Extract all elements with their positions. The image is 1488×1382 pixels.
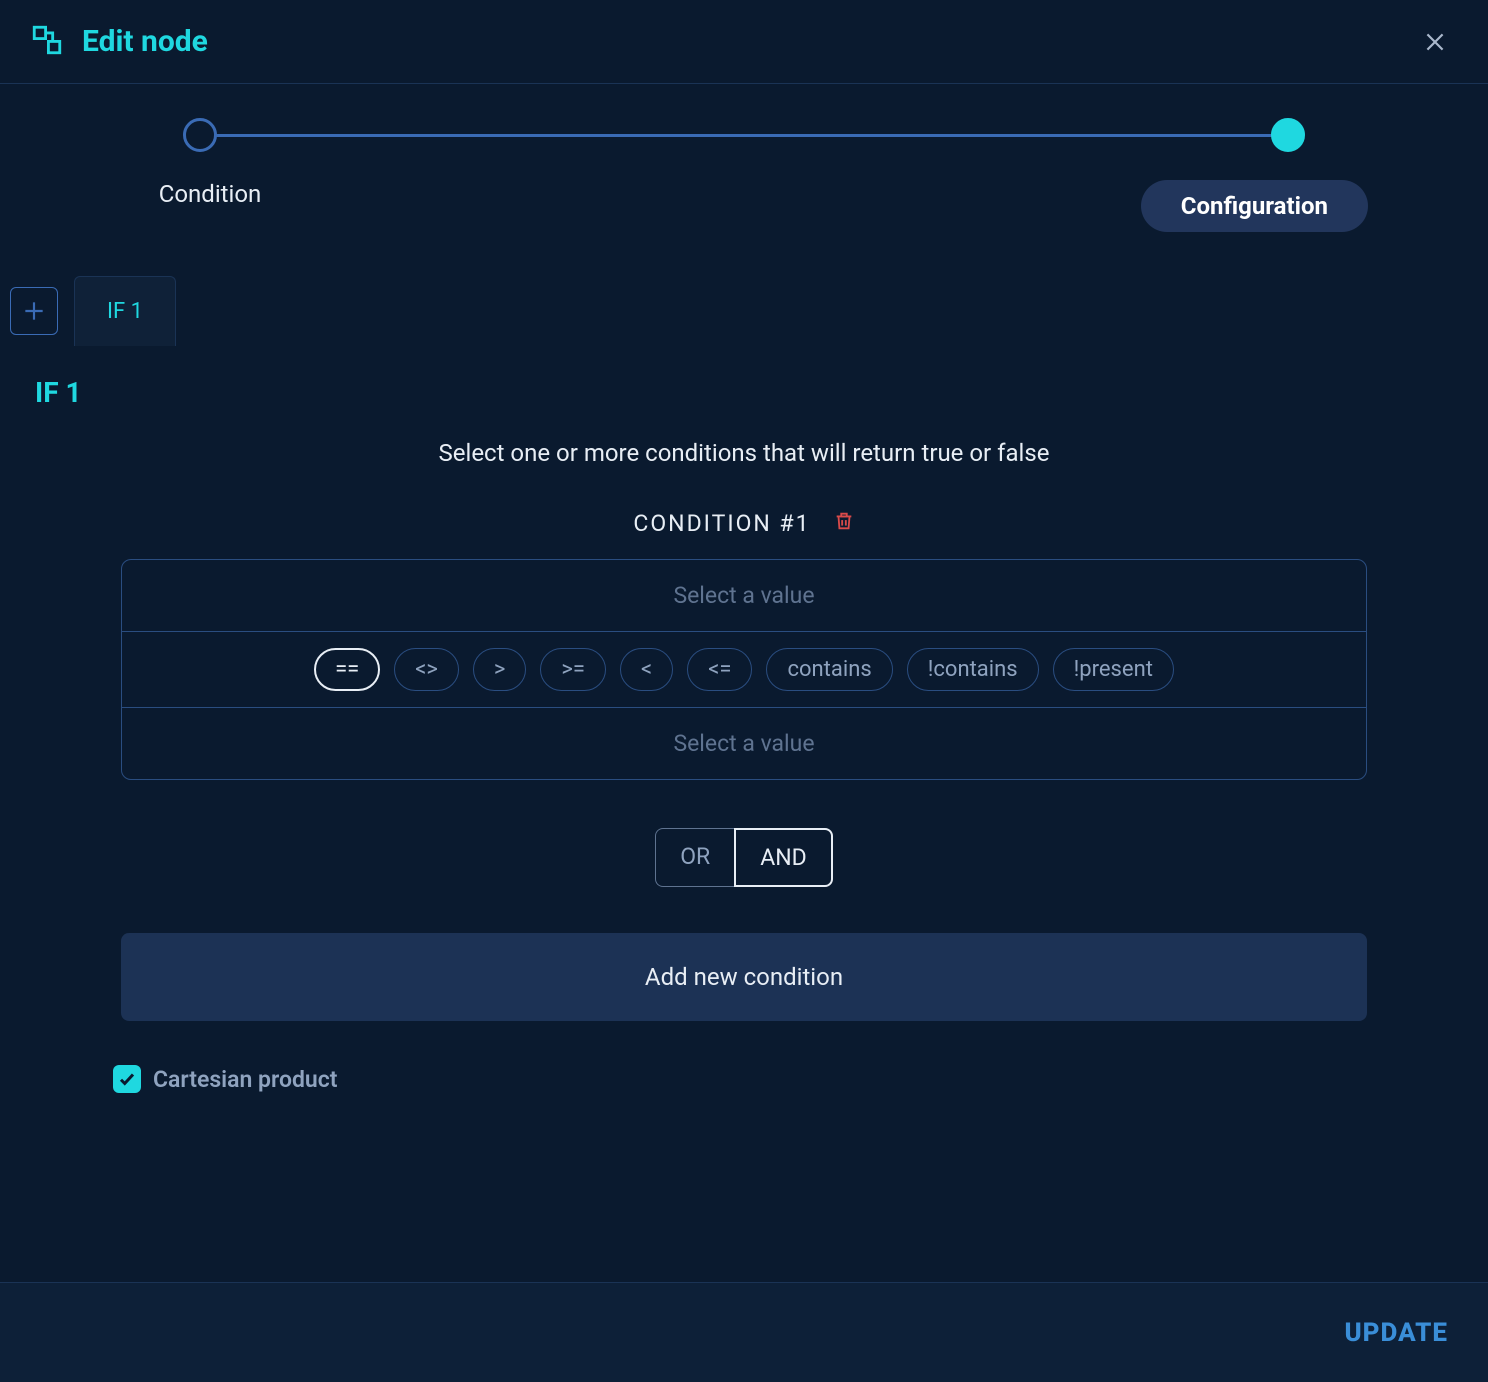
trash-icon[interactable]: [833, 509, 855, 537]
add-tab-button[interactable]: [10, 287, 58, 335]
step-condition[interactable]: [183, 118, 217, 152]
step-dot-configuration: [1271, 118, 1305, 152]
step-dot-condition: [183, 118, 217, 152]
tab-if-1[interactable]: IF 1: [74, 276, 176, 346]
operators-row: == <> > >= < <= contains !contains !pres…: [122, 631, 1366, 708]
cartesian-checkbox[interactable]: [113, 1065, 141, 1093]
value-select-2[interactable]: Select a value: [122, 708, 1366, 779]
cartesian-product-row: Cartesian product: [113, 1065, 1453, 1093]
progress-line: [200, 134, 1288, 137]
cartesian-label: Cartesian product: [153, 1066, 337, 1093]
operator-contains[interactable]: contains: [766, 648, 892, 691]
condition-number-label: CONDITION #1: [633, 510, 810, 537]
logic-toggle: OR AND: [35, 828, 1453, 887]
step-pill-configuration[interactable]: Configuration: [1141, 180, 1368, 232]
operator-not-contains[interactable]: !contains: [907, 648, 1039, 691]
value-select-1[interactable]: Select a value: [122, 560, 1366, 631]
operator-lt[interactable]: <: [620, 648, 673, 691]
update-button[interactable]: UPDATE: [1344, 1318, 1448, 1348]
operator-lte[interactable]: <=: [687, 648, 752, 691]
condition-box: Select a value == <> > >= < <= contains …: [121, 559, 1367, 780]
node-icon: [30, 23, 64, 61]
progress-steps: Condition Configuration: [0, 84, 1488, 256]
operator-gt[interactable]: >: [473, 648, 527, 691]
content-area: IF 1 Select one or more conditions that …: [0, 346, 1488, 1113]
operator-gte[interactable]: >=: [540, 648, 606, 691]
modal-header: Edit node: [0, 0, 1488, 84]
step-configuration[interactable]: [1271, 118, 1305, 152]
modal-footer: UPDATE: [0, 1282, 1488, 1382]
add-condition-button[interactable]: Add new condition: [121, 933, 1367, 1021]
close-button[interactable]: [1422, 29, 1448, 55]
instructions-text: Select one or more conditions that will …: [35, 439, 1453, 467]
operator-not-present[interactable]: !present: [1053, 648, 1174, 691]
tabs-row: IF 1: [0, 276, 1488, 346]
header-left: Edit node: [30, 23, 208, 61]
section-title: IF 1: [35, 376, 1453, 409]
operator-neq[interactable]: <>: [394, 648, 459, 691]
step-label-condition[interactable]: Condition: [159, 180, 262, 208]
logic-and-button[interactable]: AND: [734, 828, 833, 887]
condition-header: CONDITION #1: [35, 509, 1453, 537]
logic-or-button[interactable]: OR: [655, 828, 734, 887]
modal-title: Edit node: [82, 24, 208, 59]
operator-eq[interactable]: ==: [314, 648, 380, 691]
